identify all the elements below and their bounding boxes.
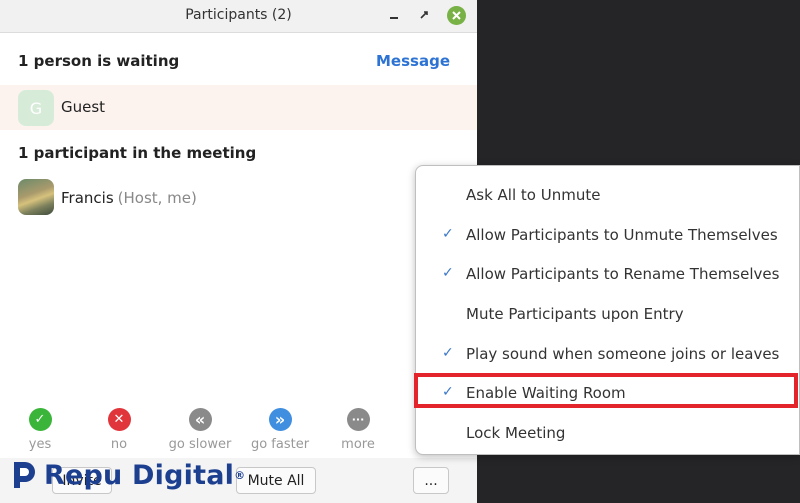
x-icon: ✕	[107, 408, 131, 431]
close-icon[interactable]	[447, 6, 466, 25]
restore-icon[interactable]	[414, 5, 434, 25]
menu-item-label: Mute Participants upon Entry	[466, 305, 684, 323]
feedback-go-faster[interactable]: » go faster	[251, 408, 309, 452]
menu-item-label: Ask All to Unmute	[466, 186, 601, 204]
participant-row[interactable]: Francis (Host, me)	[0, 175, 477, 220]
ellipsis-icon: ···	[346, 408, 370, 431]
highlight-annotation	[414, 373, 798, 408]
waiting-count-title: 1 person is waiting	[18, 52, 180, 70]
more-options-button[interactable]: ...	[413, 467, 449, 494]
in-meeting-header: 1 participant in the meeting	[0, 130, 477, 175]
menu-item-play-sound[interactable]: ✓ Play sound when someone joins or leave…	[416, 339, 800, 369]
menu-item-label: Allow Participants to Unmute Themselves	[466, 226, 778, 244]
feedback-go-slower[interactable]: « go slower	[169, 408, 231, 452]
feedback-yes[interactable]: ✓ yes	[20, 408, 60, 452]
menu-item-mute-upon-entry[interactable]: Mute Participants upon Entry	[416, 299, 800, 329]
feedback-label: no	[110, 437, 128, 452]
menu-item-label: Allow Participants to Rename Themselves	[466, 265, 780, 283]
avatar: G	[18, 90, 54, 126]
title-bar: Participants (2)	[0, 0, 477, 33]
feedback-label: more	[341, 437, 375, 452]
watermark-text: Repu Digital	[44, 459, 235, 491]
check-icon: ✓	[442, 265, 454, 281]
feedback-label: go faster	[250, 437, 310, 452]
minimize-icon[interactable]	[384, 5, 404, 25]
waiting-room-header: 1 person is waiting Message	[0, 33, 477, 85]
feedback-label: go slower	[168, 437, 232, 452]
menu-item-label: Lock Meeting	[466, 424, 566, 442]
more-options-menu: Ask All to Unmute ✓ Allow Participants t…	[415, 165, 800, 455]
menu-item-lock-meeting[interactable]: Lock Meeting	[416, 418, 800, 448]
rewind-icon: «	[188, 408, 212, 431]
waiting-participant-row[interactable]: G Guest	[0, 85, 477, 130]
participant-name: Francis	[61, 189, 114, 207]
menu-item-allow-unmute[interactable]: ✓ Allow Participants to Unmute Themselve…	[416, 220, 800, 250]
participant-name-line: Francis (Host, me)	[61, 189, 197, 207]
window-title: Participants (2)	[185, 7, 292, 23]
message-button[interactable]: Message	[376, 52, 450, 70]
participants-window: Participants (2) 1 person is waiting Mes…	[0, 0, 477, 503]
menu-item-allow-rename[interactable]: ✓ Allow Participants to Rename Themselve…	[416, 259, 800, 289]
fast-forward-icon: »	[268, 408, 292, 431]
participant-name: Guest	[61, 98, 106, 116]
meeting-count-title: 1 participant in the meeting	[18, 144, 257, 162]
participant-role: (Host, me)	[117, 189, 197, 207]
check-icon: ✓	[28, 408, 52, 431]
menu-item-ask-all-to-unmute[interactable]: Ask All to Unmute	[416, 180, 800, 210]
feedback-no[interactable]: ✕ no	[99, 408, 139, 452]
mute-all-button[interactable]: Mute All	[236, 467, 316, 494]
logo-mark-icon	[10, 460, 38, 490]
check-icon: ✓	[442, 345, 454, 361]
watermark-logo: Repu Digital ®	[10, 458, 245, 492]
check-icon: ✓	[442, 226, 454, 242]
avatar	[18, 179, 54, 215]
feedback-more[interactable]: ··· more	[338, 408, 378, 452]
menu-item-label: Play sound when someone joins or leaves	[466, 345, 780, 363]
watermark-registered: ®	[234, 468, 246, 482]
feedback-label: yes	[28, 437, 52, 452]
